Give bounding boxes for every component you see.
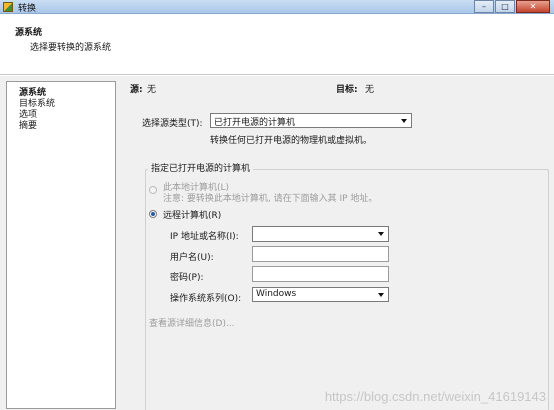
local-computer-note: 注意: 要转换此本地计算机, 请在下面输入其 IP 地址。 bbox=[163, 194, 378, 204]
source-type-label: 选择源类型(T): bbox=[142, 119, 203, 129]
chevron-down-icon bbox=[401, 119, 407, 123]
title-bar: 转换 – □ ✕ bbox=[0, 0, 554, 14]
username-label: 用户名(U): bbox=[170, 253, 214, 263]
local-computer-radio[interactable] bbox=[149, 186, 157, 194]
sidebar-item-options[interactable]: 选项 bbox=[19, 110, 37, 121]
ip-address-combobox[interactable] bbox=[252, 226, 389, 242]
view-source-details-link[interactable]: 查看源详细信息(D)... bbox=[149, 316, 235, 329]
chevron-down-icon bbox=[378, 232, 384, 236]
page-subtitle: 选择要转换的源系统 bbox=[30, 43, 112, 53]
password-label: 密码(P): bbox=[170, 273, 204, 283]
page-title: 源系统 bbox=[15, 28, 43, 38]
target-value: 无 bbox=[365, 85, 375, 95]
window-controls: – □ ✕ bbox=[473, 0, 550, 13]
app-icon bbox=[3, 2, 13, 12]
source-type-dropdown[interactable]: 已打开电源的计算机 bbox=[210, 113, 412, 128]
remote-computer-label: 远程计算机(R) bbox=[163, 211, 222, 221]
os-family-dropdown[interactable]: Windows bbox=[252, 287, 389, 302]
chevron-down-icon bbox=[378, 293, 384, 297]
window-title: 转换 bbox=[18, 4, 37, 14]
minimize-button[interactable]: – bbox=[474, 0, 494, 13]
password-input[interactable] bbox=[252, 266, 389, 282]
source-label: 源: bbox=[130, 85, 143, 95]
sidebar-item-source-system[interactable]: 源系统 bbox=[19, 88, 46, 99]
target-label: 目标: bbox=[336, 85, 358, 95]
watermark: https://blog.csdn.net/weixin_41619143 bbox=[324, 389, 546, 404]
os-family-label: 操作系统系列(O): bbox=[170, 294, 242, 304]
group-title: 指定已打开电源的计算机 bbox=[148, 161, 254, 174]
wizard-header: 源系统 选择要转换的源系统 bbox=[0, 14, 554, 75]
maximize-button[interactable]: □ bbox=[495, 0, 515, 13]
ip-address-label: IP 地址或名称(I): bbox=[170, 232, 239, 242]
username-input[interactable] bbox=[252, 246, 389, 262]
remote-computer-radio[interactable] bbox=[149, 210, 157, 218]
close-button[interactable]: ✕ bbox=[516, 0, 550, 13]
os-family-value: Windows bbox=[256, 289, 297, 299]
source-value: 无 bbox=[147, 85, 157, 95]
source-type-value: 已打开电源的计算机 bbox=[214, 118, 296, 128]
wizard-body: 源系统 目标系统 选项 摘要 源: 无 目标: 无 选择源类型(T): 已打开电… bbox=[0, 76, 554, 410]
wizard-steps: 源系统 目标系统 选项 摘要 bbox=[6, 81, 116, 409]
source-target-summary: 源: 无 目标: 无 bbox=[130, 82, 550, 98]
sidebar-item-summary[interactable]: 摘要 bbox=[19, 121, 37, 132]
source-type-hint: 转换任何已打开电源的物理机或虚拟机。 bbox=[210, 136, 373, 146]
sidebar-item-target-system[interactable]: 目标系统 bbox=[19, 99, 55, 110]
